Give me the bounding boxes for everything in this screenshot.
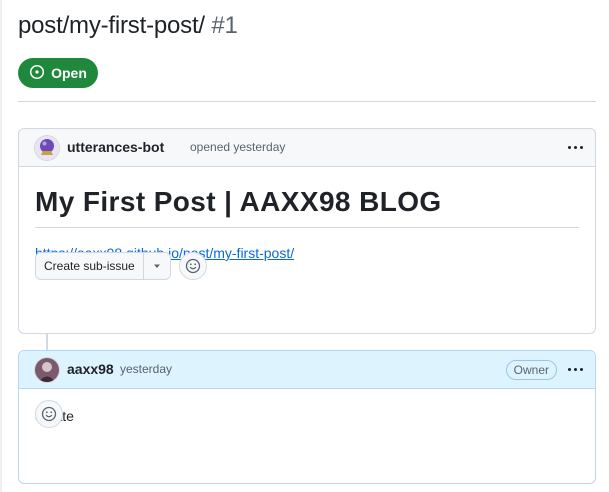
issue-number: #1: [211, 12, 238, 39]
crystal-ball-avatar[interactable]: [35, 136, 59, 160]
comment-body: create: [19, 408, 595, 424]
comment-reply: aaxx98 yesterday Owner create: [18, 350, 596, 484]
comment-text: create: [35, 408, 579, 424]
left-edge-rule: [0, 0, 2, 492]
header-divider: [18, 101, 596, 102]
issue-header: post/my-first-post/ #1 Open: [18, 10, 596, 88]
comment-meta[interactable]: opened yesterday: [190, 140, 285, 154]
owner-badge: Owner: [505, 360, 557, 380]
issue-title-text: post/my-first-post/: [18, 12, 205, 39]
add-reaction-smiley-icon[interactable]: [35, 400, 63, 428]
comment-meta[interactable]: yesterday: [120, 362, 172, 376]
state-badge: Open: [18, 58, 98, 88]
timeline-connector: [46, 333, 48, 350]
triangle-down-icon[interactable]: [144, 253, 170, 279]
state-label: Open: [51, 65, 87, 81]
comment-header: aaxx98 yesterday Owner: [19, 351, 595, 389]
comment-actions: Create sub-issue: [35, 252, 207, 280]
comment-header: utterances-bot opened yesterday: [19, 129, 595, 167]
user-avatar[interactable]: [35, 358, 59, 382]
more-options-icon[interactable]: [565, 360, 585, 378]
comment-author[interactable]: aaxx98: [67, 361, 114, 377]
create-sub-issue-button[interactable]: Create sub-issue: [35, 252, 171, 280]
comment-author[interactable]: utterances-bot: [67, 139, 164, 155]
comment-opening: utterances-bot opened yesterday My First…: [18, 128, 596, 334]
issue-title: post/my-first-post/ #1: [18, 10, 596, 42]
issue-open-icon: [29, 64, 45, 83]
post-heading: My First Post | AAXX98 BLOG: [35, 185, 579, 228]
create-sub-issue-label[interactable]: Create sub-issue: [36, 253, 144, 279]
add-reaction-smiley-icon[interactable]: [178, 252, 207, 280]
more-options-icon[interactable]: [565, 138, 585, 156]
